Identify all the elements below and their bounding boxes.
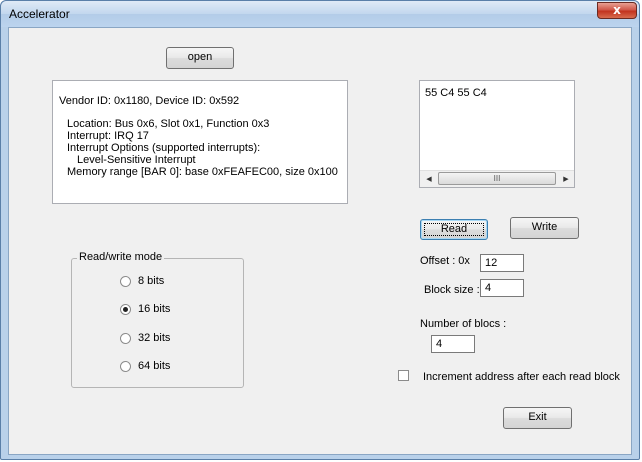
increment-address-checkbox[interactable] [398,370,409,381]
radio-circle[interactable] [120,361,131,372]
open-button[interactable]: open [166,47,234,69]
focus-rectangle [424,223,484,236]
dialog-client-area: open Vendor ID: 0x1180, Device ID: 0x592… [8,27,632,455]
exit-button[interactable]: Exit [503,407,572,429]
write-button[interactable]: Write [510,217,579,239]
increment-address-label: Increment address after each read block [423,371,620,383]
number-of-blocs-input[interactable] [431,335,475,353]
close-icon: x [613,3,621,17]
open-button-label: open [187,51,213,63]
read-write-mode-group: Read/write mode 8 bits 16 bits 32 bits 6… [71,251,244,388]
number-of-blocs-label: Number of blocs : [420,318,507,330]
group-title: Read/write mode [77,251,165,263]
data-listbox[interactable]: 55 C4 55 C4 ◀ III ▶ [419,80,575,188]
memory-range-info: Memory range [BAR 0]: base 0xFEAFEC00, s… [67,166,338,178]
exit-button-label: Exit [528,411,547,423]
interrupt-options-info: Interrupt Options (supported interrupts)… [67,142,261,154]
horizontal-scrollbar[interactable]: ◀ III ▶ [420,170,574,187]
radio-circle[interactable] [120,276,131,287]
offset-input[interactable] [480,254,524,272]
block-size-input[interactable] [480,279,524,297]
read-button[interactable]: Read [420,219,488,240]
radio-circle-checked[interactable] [120,304,131,315]
scroll-left-icon[interactable]: ◀ [421,171,437,187]
data-bytes: 55 C4 55 C4 [425,87,487,99]
write-button-label: Write [531,221,558,233]
offset-label: Offset : 0x [420,255,470,267]
interrupt-info: Interrupt: IRQ 17 [67,130,149,142]
scroll-right-icon[interactable]: ▶ [558,171,574,187]
radio-label: 32 bits [138,332,171,344]
radio-circle[interactable] [120,333,131,344]
app-window: Accelerator x open Vendor ID: 0x1180, De… [0,0,640,460]
vendor-device-id: Vendor ID: 0x1180, Device ID: 0x592 [59,95,240,107]
title-bar[interactable]: Accelerator x [1,1,639,27]
radio-label: 8 bits [138,275,165,287]
scroll-thumb[interactable]: III [438,172,556,185]
interrupt-type-info: Level-Sensitive Interrupt [77,154,196,166]
scroll-thumb-grip: III [493,174,501,183]
location-info: Location: Bus 0x6, Slot 0x1, Function 0x… [67,118,270,130]
window-title: Accelerator [9,7,70,21]
close-button[interactable]: x [597,2,637,19]
device-info-panel: Vendor ID: 0x1180, Device ID: 0x592 Loca… [52,80,348,204]
radio-label: 64 bits [138,360,171,372]
block-size-label: Block size : [424,284,480,296]
radio-label: 16 bits [138,303,171,315]
